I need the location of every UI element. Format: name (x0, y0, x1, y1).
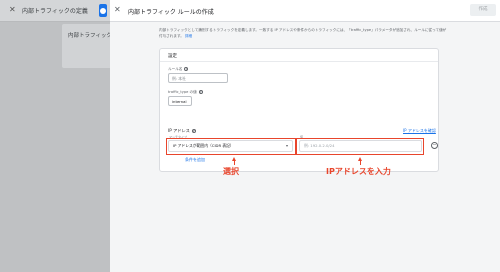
select-annotation: 選択 (223, 167, 239, 176)
panel-header: ✕ 内部トラフィック ルールの作成 作成 (110, 0, 500, 22)
create-button[interactable]: 作成 (470, 4, 496, 16)
background-card: 内部トラフィック (62, 24, 114, 68)
ip-input-highlight-box (296, 138, 424, 155)
rule-name-label: ルール名? (168, 67, 189, 72)
arrow-shaft (233, 160, 235, 165)
panel-title: 内部トラフィック ルールの作成 (128, 9, 214, 16)
background-title: 内部トラフィックの定義 (22, 8, 88, 15)
traffic-type-label-text: traffic_type の値 (168, 90, 197, 94)
traffic-type-label: traffic_type の値? (168, 90, 203, 95)
analytics-logo-icon (99, 4, 107, 17)
settings-heading: 設定 (168, 54, 177, 59)
ip-address-heading: IP アドレス? (168, 128, 196, 134)
rule-name-label-text: ルール名 (168, 67, 183, 71)
info-icon[interactable]: ? (191, 129, 196, 133)
background-card-text: 内部トラフィック (68, 33, 112, 39)
create-rule-panel: ✕ 内部トラフィック ルールの作成 作成 内部トラフィックとして識別するトラフィ… (110, 0, 500, 272)
description-text: 内部トラフィックとして識別するトラフィックを定義します。一致する IP アドレス… (159, 28, 447, 38)
add-condition-button[interactable]: 条件を追加 (185, 157, 205, 163)
close-icon[interactable]: ✕ (114, 5, 121, 14)
background-header: ✕ 内部トラフィックの定義 (0, 0, 110, 22)
settings-card-header: 設定 (160, 49, 438, 62)
traffic-type-input[interactable]: internal (168, 96, 192, 106)
ip-input-annotation: IPアドレスを入力 (326, 167, 391, 176)
close-icon[interactable]: ✕ (9, 5, 16, 14)
info-icon[interactable]: ? (198, 90, 203, 94)
ip-address-heading-text: IP アドレス (168, 128, 190, 133)
panel-description: 内部トラフィックとして識別するトラフィックを定義します。一致する IP アドレス… (159, 27, 449, 39)
rule-name-input[interactable]: 例: 本社 (168, 73, 228, 83)
learn-more-link[interactable]: 詳細 (185, 34, 192, 38)
remove-condition-icon[interactable]: − (431, 142, 438, 149)
select-highlight-box (166, 138, 296, 155)
arrow-shaft (359, 160, 361, 165)
check-ip-link[interactable]: IP アドレスを確認 (403, 128, 436, 134)
info-icon[interactable]: ? (184, 67, 189, 71)
